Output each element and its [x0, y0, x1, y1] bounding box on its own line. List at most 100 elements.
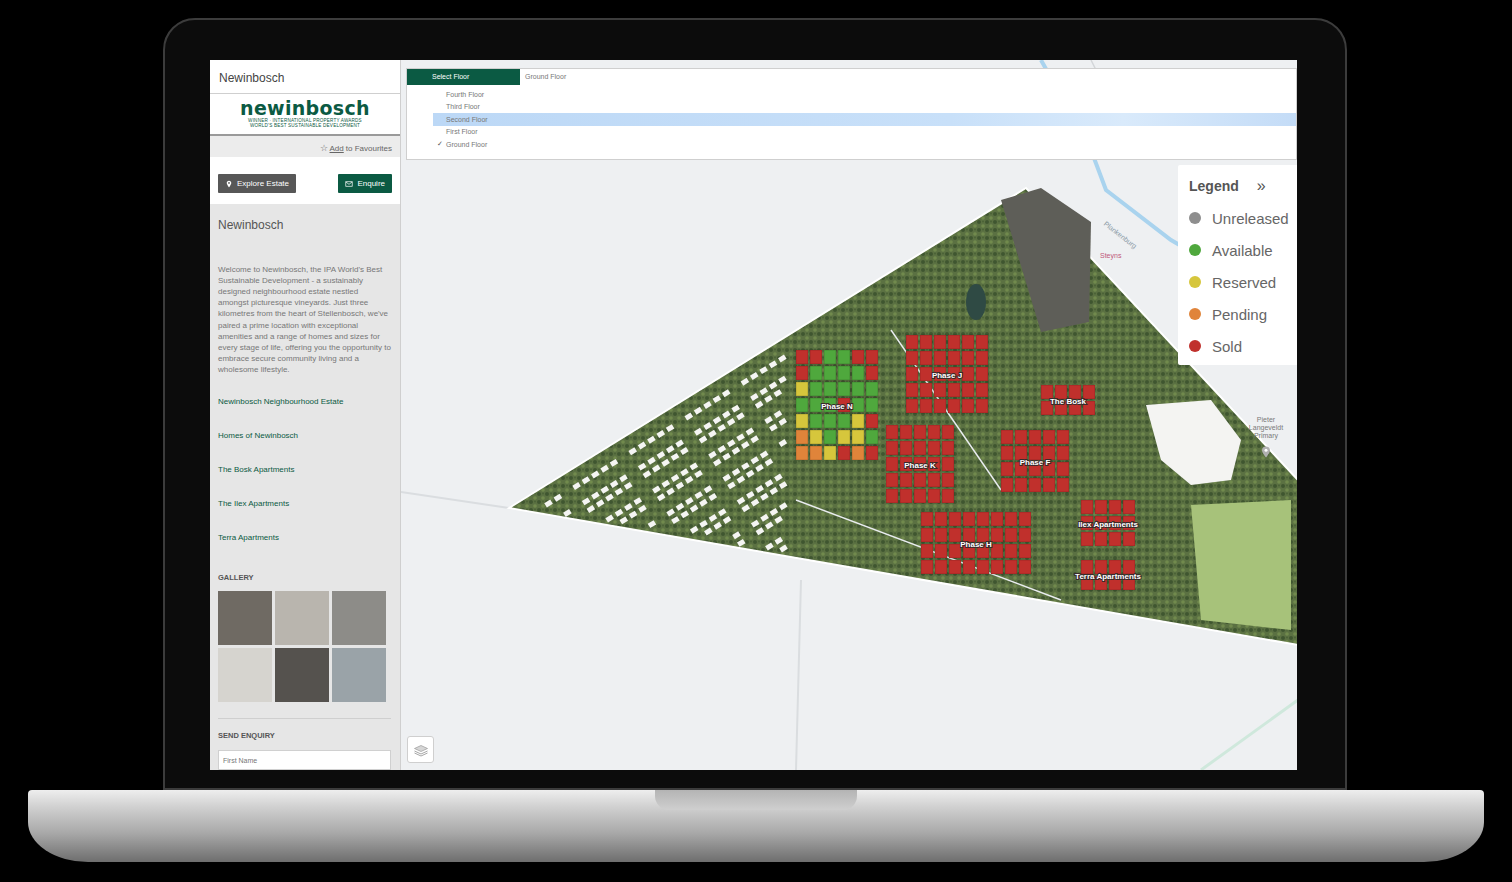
plot[interactable] [1005, 544, 1017, 558]
plot[interactable] [977, 512, 989, 526]
plot[interactable] [866, 414, 878, 428]
layers-button[interactable] [407, 736, 434, 763]
plot[interactable] [900, 425, 912, 439]
plot[interactable] [1095, 500, 1107, 514]
plot[interactable] [1043, 478, 1055, 492]
plot[interactable] [1001, 462, 1013, 476]
plot[interactable] [1015, 478, 1027, 492]
plot[interactable] [1005, 528, 1017, 542]
plot[interactable] [1001, 430, 1013, 444]
collapse-icon[interactable]: » [1257, 177, 1266, 195]
plot[interactable] [976, 383, 988, 397]
current-floor[interactable]: Ground Floor [520, 69, 566, 85]
action-button[interactable]: Explore Estate [218, 174, 296, 193]
plot[interactable] [942, 441, 954, 455]
plot[interactable] [921, 560, 933, 574]
plot[interactable] [852, 382, 864, 396]
plot[interactable] [886, 425, 898, 439]
plot[interactable] [810, 366, 822, 380]
plot[interactable] [949, 528, 961, 542]
plot[interactable] [900, 489, 912, 503]
plot[interactable] [852, 350, 864, 364]
plot[interactable] [852, 430, 864, 444]
plot[interactable] [921, 512, 933, 526]
plot[interactable] [1029, 478, 1041, 492]
plot[interactable] [942, 425, 954, 439]
gallery-photo[interactable] [218, 648, 272, 702]
plot[interactable] [1057, 446, 1069, 460]
plot[interactable] [949, 544, 961, 558]
plot[interactable] [866, 398, 878, 412]
plot[interactable] [906, 351, 918, 365]
plot[interactable] [838, 366, 850, 380]
plot[interactable] [963, 512, 975, 526]
plot[interactable] [934, 351, 946, 365]
plot[interactable] [920, 351, 932, 365]
plot[interactable] [906, 367, 918, 381]
plot[interactable] [900, 473, 912, 487]
sidebar-link[interactable]: The Ilex Apartments [218, 499, 391, 509]
plot[interactable] [942, 457, 954, 471]
plot[interactable] [810, 430, 822, 444]
plot[interactable] [991, 512, 1003, 526]
plot[interactable] [976, 351, 988, 365]
plot[interactable] [1123, 500, 1135, 514]
plot[interactable] [852, 414, 864, 428]
plot[interactable] [948, 383, 960, 397]
plot[interactable] [796, 366, 808, 380]
floor-option[interactable]: Fourth Floor [433, 88, 1296, 101]
plot[interactable] [914, 489, 926, 503]
plot[interactable] [838, 382, 850, 396]
plot[interactable] [1123, 532, 1135, 546]
plot[interactable] [920, 335, 932, 349]
plot[interactable] [810, 382, 822, 396]
plot[interactable] [928, 441, 940, 455]
plot[interactable] [900, 441, 912, 455]
sidebar-link[interactable]: Homes of Newinbosch [218, 431, 391, 441]
plot[interactable] [949, 560, 961, 574]
plot[interactable] [906, 335, 918, 349]
plot[interactable] [866, 366, 878, 380]
plot[interactable] [948, 335, 960, 349]
plot[interactable] [942, 489, 954, 503]
plot[interactable] [906, 383, 918, 397]
first-name-input[interactable] [218, 750, 391, 770]
plot[interactable] [962, 383, 974, 397]
plot[interactable] [1019, 512, 1031, 526]
plot[interactable] [1005, 560, 1017, 574]
floor-option[interactable]: Third Floor [433, 101, 1296, 114]
plot[interactable] [921, 544, 933, 558]
plot[interactable] [976, 399, 988, 413]
plot[interactable] [810, 350, 822, 364]
plot[interactable] [935, 528, 947, 542]
add-to-favourites[interactable]: ☆Addto Favourites [320, 143, 392, 153]
plot[interactable] [1001, 446, 1013, 460]
plot[interactable] [866, 350, 878, 364]
plot[interactable] [942, 473, 954, 487]
plot[interactable] [1081, 532, 1093, 546]
plot[interactable] [1019, 560, 1031, 574]
plot[interactable] [810, 414, 822, 428]
plot[interactable] [852, 366, 864, 380]
estate-map[interactable]: Phase NPhase JPhase KPhase FPhase HThe B… [401, 60, 1297, 770]
plot[interactable] [852, 446, 864, 460]
plot[interactable] [796, 398, 808, 412]
plot[interactable] [928, 473, 940, 487]
plot[interactable] [991, 544, 1003, 558]
plot[interactable] [962, 335, 974, 349]
plot[interactable] [977, 560, 989, 574]
favourite-link[interactable]: Add [330, 144, 344, 153]
plot[interactable] [886, 489, 898, 503]
plot[interactable] [976, 367, 988, 381]
plot[interactable] [935, 544, 947, 558]
plot[interactable] [1019, 528, 1031, 542]
gallery-photo[interactable] [332, 648, 386, 702]
plot[interactable] [948, 399, 960, 413]
plot[interactable] [920, 399, 932, 413]
sidebar-link[interactable]: Newinbosch Neighbourhood Estate [218, 397, 391, 407]
plot[interactable] [914, 425, 926, 439]
sidebar-link[interactable]: Terra Apartments [218, 533, 391, 543]
plot[interactable] [928, 425, 940, 439]
floor-option[interactable]: ✓Ground Floor [433, 138, 1296, 151]
plot[interactable] [1057, 430, 1069, 444]
